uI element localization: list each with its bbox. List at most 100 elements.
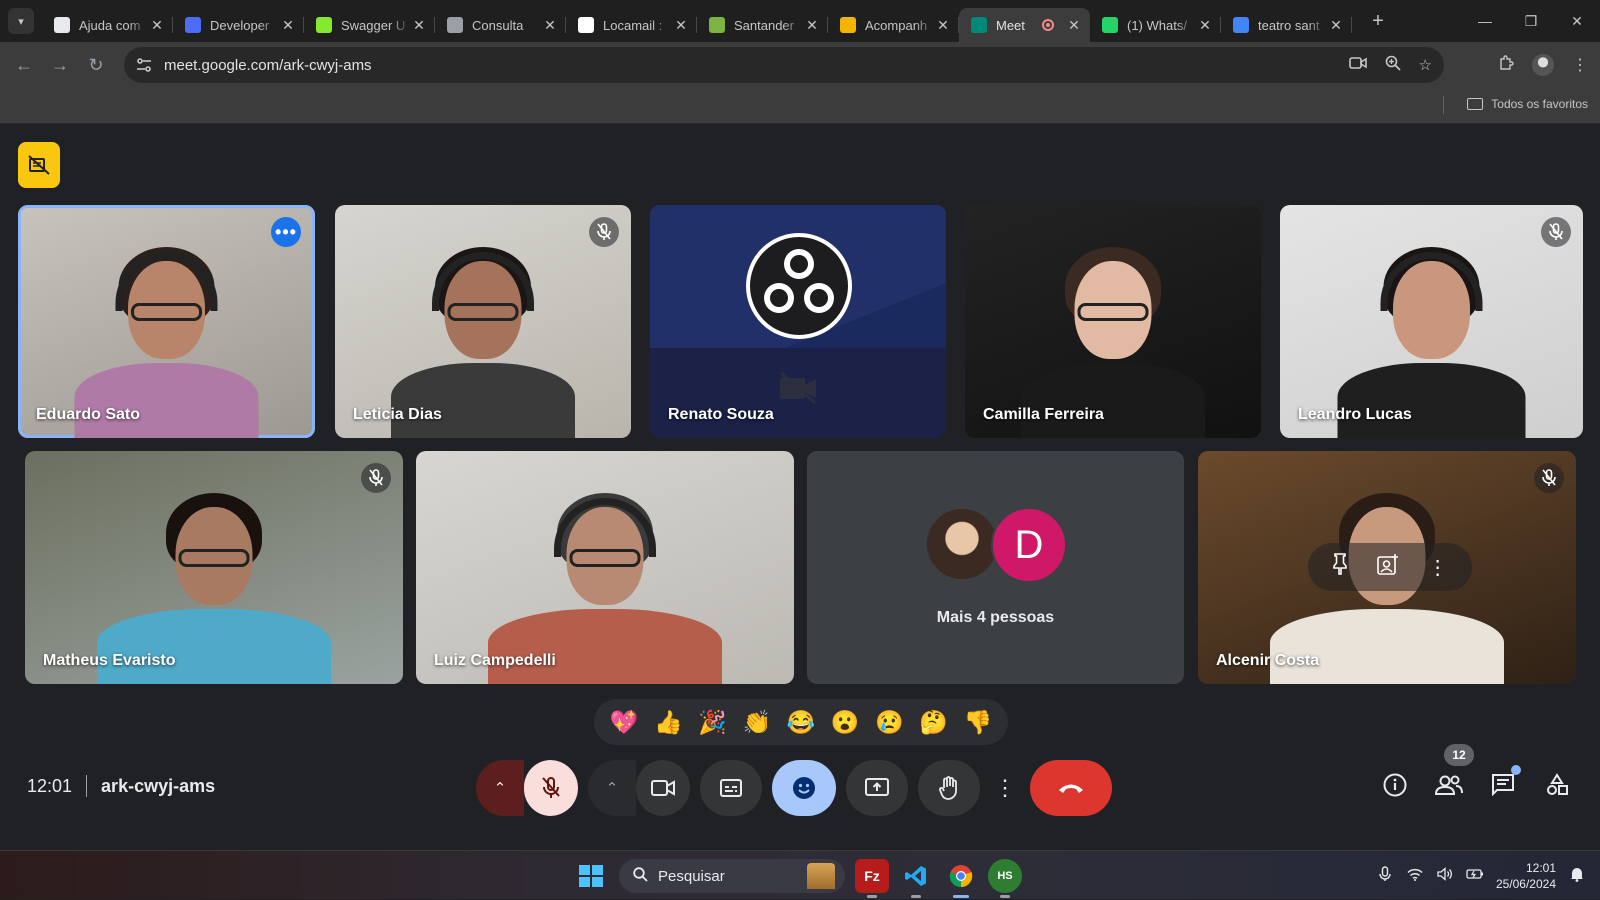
participant-tile[interactable]: ⋮ Alcenir Costa — [1198, 451, 1576, 684]
participant-tile[interactable]: Camilla Ferreira — [965, 205, 1261, 438]
profile-avatar[interactable] — [1532, 54, 1554, 76]
microphone-tray-icon[interactable] — [1376, 866, 1394, 885]
activities-button[interactable] — [1542, 770, 1572, 800]
close-tab-icon[interactable]: ✕ — [1197, 17, 1213, 34]
notifications-bell-icon[interactable] — [1568, 866, 1586, 885]
participant-options-button[interactable]: ••• — [271, 217, 301, 247]
participant-tile[interactable]: Matheus Evaristo — [25, 451, 403, 684]
video-options-button[interactable]: ⌃ — [588, 760, 636, 816]
reaction-emoji-button[interactable]: 👎 — [961, 705, 995, 739]
battery-icon[interactable] — [1466, 868, 1484, 883]
tile-more-icon[interactable]: ⋮ — [1428, 555, 1448, 580]
browser-tab[interactable]: teatro sant ✕ — [1221, 8, 1352, 42]
participant-tile[interactable]: Leandro Lucas — [1280, 205, 1583, 438]
reaction-emoji-button[interactable]: 😮 — [828, 705, 862, 739]
chat-icon — [1492, 774, 1514, 797]
minimize-button[interactable]: — — [1462, 0, 1508, 42]
participant-name: Leandro Lucas — [1298, 406, 1412, 423]
more-participants-tile[interactable]: D Mais 4 pessoas — [807, 451, 1184, 684]
participant-tile[interactable]: Luiz Campedelli — [416, 451, 794, 684]
browser-tab[interactable]: Swagger U ✕ — [304, 8, 435, 42]
all-bookmarks-button[interactable]: Todos os favoritos — [1467, 97, 1588, 111]
participant-name: Matheus Evaristo — [43, 652, 176, 669]
participant-tile[interactable]: Renato Souza — [650, 205, 946, 438]
meet-stage: ••• Eduardo Sato Leticia Dias Renato Souza C… — [0, 124, 1600, 850]
system-tray: 12:01 25/06/2024 — [1376, 851, 1586, 900]
chrome-app[interactable] — [944, 859, 978, 898]
browser-tab[interactable]: Santander ✕ — [697, 8, 828, 42]
present-screen-button[interactable] — [846, 760, 908, 816]
close-tab-icon[interactable]: ✕ — [542, 17, 558, 34]
browser-tab[interactable]: Meet ✕ — [959, 8, 1090, 42]
site-info-icon[interactable] — [130, 51, 158, 79]
vscode-app[interactable] — [899, 859, 933, 898]
close-tab-icon[interactable]: ✕ — [411, 17, 427, 34]
browser-menu-icon[interactable]: ⋮ — [1570, 55, 1590, 75]
meeting-meta: 12:01 ark-cwyj-ams — [27, 775, 215, 797]
zoom-icon[interactable] — [1385, 55, 1401, 75]
reaction-emoji-button[interactable]: 💖 — [607, 705, 641, 739]
more-options-button[interactable]: ⋮ — [990, 760, 1020, 816]
new-tab-button[interactable]: + — [1366, 10, 1390, 33]
meeting-details-button[interactable] — [1380, 770, 1410, 800]
participant-name: Eduardo Sato — [36, 406, 141, 423]
wifi-icon[interactable] — [1406, 868, 1424, 884]
close-window-button[interactable]: ✕ — [1554, 0, 1600, 42]
taskbar-clock[interactable]: 12:01 25/06/2024 — [1496, 860, 1556, 892]
reaction-emoji-button[interactable]: 😂 — [784, 705, 818, 739]
close-tab-icon[interactable]: ✕ — [935, 17, 951, 34]
hs-app[interactable]: HS — [988, 859, 1022, 898]
browser-tab[interactable]: (1) Whats/ ✕ — [1090, 8, 1221, 42]
reaction-emoji-button[interactable]: 🎉 — [696, 705, 730, 739]
camera-toggle-button[interactable] — [636, 760, 690, 816]
reaction-emoji-button[interactable]: 👍 — [651, 705, 685, 739]
browser-tab[interactable]: Acompanh ✕ — [828, 8, 959, 42]
reaction-emoji-button[interactable]: 🤔 — [917, 705, 951, 739]
audio-options-button[interactable]: ⌃ — [476, 760, 524, 816]
close-tab-icon[interactable]: ✕ — [149, 17, 165, 34]
browser-tab[interactable]: Ajuda com ✕ — [42, 8, 173, 42]
close-tab-icon[interactable]: ✕ — [1328, 17, 1344, 34]
bookmark-star-icon[interactable]: ☆ — [1419, 56, 1432, 74]
reaction-emoji-button[interactable]: 😢 — [872, 705, 906, 739]
meta-divider — [86, 775, 88, 797]
browser-tab[interactable]: Locamail : ✕ — [566, 8, 697, 42]
participant-name: Alcenir Costa — [1216, 652, 1320, 669]
windows-start-button[interactable] — [579, 865, 603, 887]
add-to-frame-icon[interactable] — [1377, 553, 1399, 581]
participant-tile[interactable]: Leticia Dias — [335, 205, 631, 438]
close-tab-icon[interactable]: ✕ — [804, 17, 820, 34]
people-button[interactable]: 12 — [1434, 744, 1474, 800]
leave-call-button[interactable] — [1030, 760, 1112, 816]
w-icon — [578, 17, 594, 33]
openai-icon — [54, 17, 70, 33]
back-button[interactable]: ← — [6, 47, 42, 83]
participant-tile[interactable]: ••• Eduardo Sato — [18, 205, 315, 438]
raise-hand-button[interactable] — [918, 760, 980, 816]
pin-icon[interactable] — [1332, 553, 1348, 581]
send-reaction-button[interactable] — [772, 760, 836, 816]
close-tab-icon[interactable]: ✕ — [673, 17, 689, 34]
browser-tab[interactable]: Consulta ✕ — [435, 8, 566, 42]
bookmarks-divider — [1443, 96, 1444, 114]
participant-video — [18, 205, 315, 438]
filezilla-app[interactable]: Fz — [855, 859, 889, 898]
extensions-icon[interactable] — [1496, 54, 1516, 76]
close-tab-icon[interactable]: ✕ — [280, 17, 296, 34]
restore-button[interactable]: ❐ — [1508, 0, 1554, 42]
camera-in-use-icon[interactable] — [1348, 56, 1367, 74]
chrome-icon — [949, 865, 973, 888]
captions-button[interactable] — [700, 760, 762, 816]
volume-icon[interactable] — [1436, 867, 1454, 884]
close-tab-icon[interactable]: ✕ — [1066, 17, 1082, 34]
chat-button[interactable] — [1488, 765, 1521, 800]
taskbar-search[interactable]: Pesquisar — [619, 859, 845, 893]
microphone-toggle-button[interactable] — [524, 760, 578, 816]
forward-button[interactable]: → — [42, 47, 78, 83]
browser-tab[interactable]: Developer ✕ — [173, 8, 304, 42]
recording-indicator[interactable] — [18, 142, 60, 188]
address-bar[interactable]: meet.google.com/ark-cwyj-ams ☆ — [124, 47, 1444, 83]
tab-search-button[interactable]: ▾ — [8, 8, 34, 34]
reload-button[interactable]: ↻ — [78, 47, 114, 83]
reaction-emoji-button[interactable]: 👏 — [740, 705, 774, 739]
